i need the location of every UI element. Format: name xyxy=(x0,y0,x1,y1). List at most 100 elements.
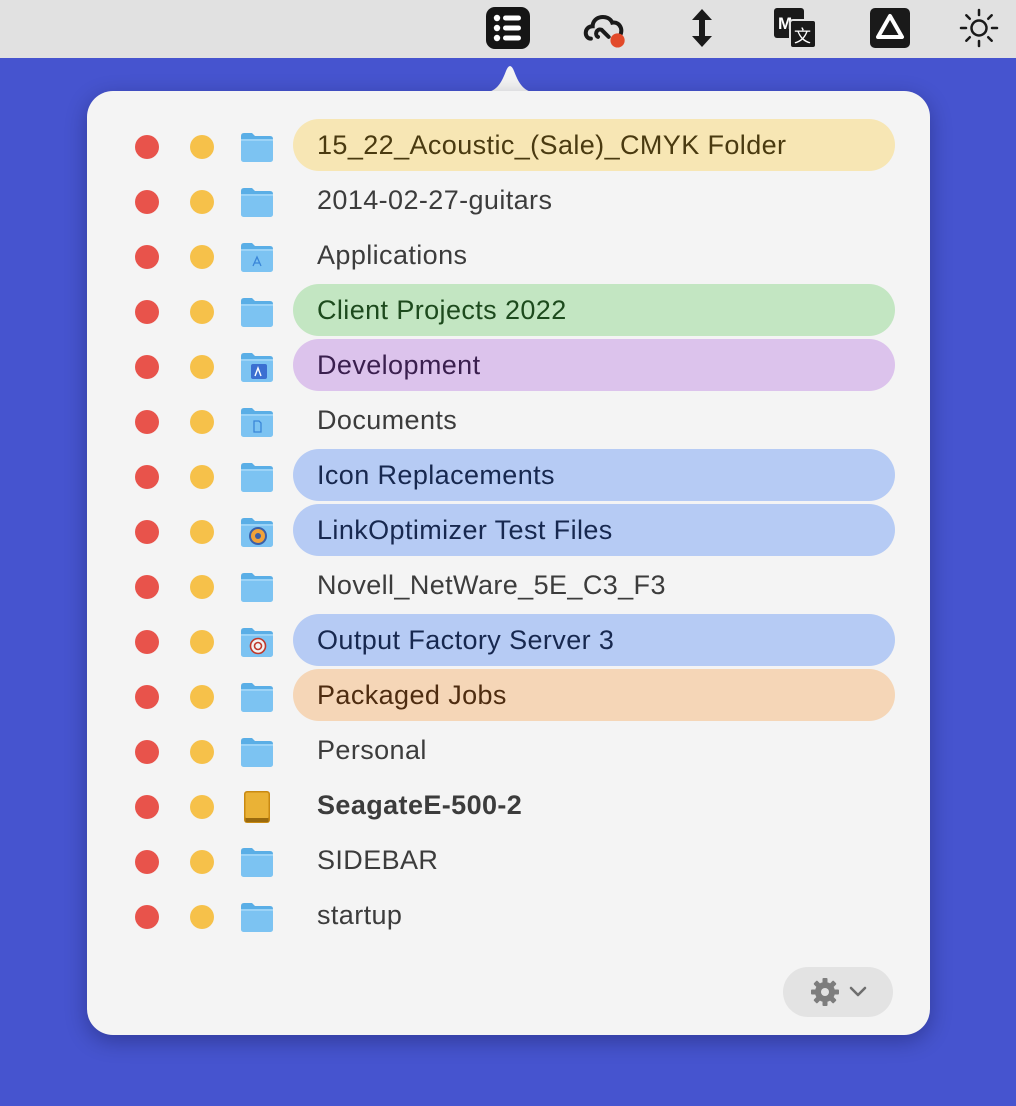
minimize-dot-icon[interactable] xyxy=(190,795,214,819)
minimize-dot-icon[interactable] xyxy=(190,465,214,489)
remove-dot-icon[interactable] xyxy=(135,520,159,544)
minimize-dot-icon[interactable] xyxy=(190,685,214,709)
minimize-dot-icon[interactable] xyxy=(190,630,214,654)
minimize-dot-icon[interactable] xyxy=(190,410,214,434)
google-drive-icon[interactable] xyxy=(866,5,914,51)
remove-dot-icon[interactable] xyxy=(135,740,159,764)
output-factory-folder-icon xyxy=(239,625,275,659)
list-item[interactable]: 15_22_Acoustic_(Sale)_CMYK Folder xyxy=(87,119,930,174)
minimize-dot-icon[interactable] xyxy=(190,300,214,324)
folder-icon xyxy=(239,295,275,329)
item-label-pill[interactable]: Output Factory Server 3 xyxy=(293,614,895,666)
item-label-pill[interactable]: SIDEBAR xyxy=(293,834,895,886)
svg-text:文: 文 xyxy=(794,27,811,47)
remove-dot-icon[interactable] xyxy=(135,245,159,269)
remove-dot-icon[interactable] xyxy=(135,135,159,159)
settings-menu-button[interactable] xyxy=(783,967,893,1017)
remove-dot-icon[interactable] xyxy=(135,850,159,874)
item-label: LinkOptimizer Test Files xyxy=(317,514,613,545)
item-label-pill[interactable]: startup xyxy=(293,889,895,941)
item-label: Applications xyxy=(317,239,468,270)
applications-folder-icon xyxy=(239,240,275,274)
item-label-pill[interactable]: LinkOptimizer Test Files xyxy=(293,504,895,556)
list-item[interactable]: Documents xyxy=(87,394,930,449)
item-label: Icon Replacements xyxy=(317,459,555,490)
folder-list: 15_22_Acoustic_(Sale)_CMYK Folder 2014-02… xyxy=(87,119,930,944)
list-item[interactable]: SIDEBAR xyxy=(87,834,930,889)
gear-icon xyxy=(811,978,839,1006)
folder-icon xyxy=(239,735,275,769)
remove-dot-icon[interactable] xyxy=(135,905,159,929)
remove-dot-icon[interactable] xyxy=(135,575,159,599)
minimize-dot-icon[interactable] xyxy=(190,245,214,269)
item-label-pill[interactable]: SeagateE-500-2 xyxy=(293,779,895,831)
item-label-pill[interactable]: Documents xyxy=(293,394,895,446)
list-item[interactable]: Novell_NetWare_5E_C3_F3 xyxy=(87,559,930,614)
folder-icon xyxy=(239,845,275,879)
list-item[interactable]: Personal xyxy=(87,724,930,779)
minimize-dot-icon[interactable] xyxy=(190,520,214,544)
item-label: Novell_NetWare_5E_C3_F3 xyxy=(317,569,666,600)
folder-icon xyxy=(239,185,275,219)
chevron-down-icon xyxy=(849,986,867,997)
item-label-pill[interactable]: Client Projects 2022 xyxy=(293,284,895,336)
remove-dot-icon[interactable] xyxy=(135,410,159,434)
popover-arrow xyxy=(480,66,540,93)
item-label-pill[interactable]: Packaged Jobs xyxy=(293,669,895,721)
minimize-dot-icon[interactable] xyxy=(190,355,214,379)
item-label: SIDEBAR xyxy=(317,844,439,875)
item-label-pill[interactable]: Applications xyxy=(293,229,895,281)
item-label: Output Factory Server 3 xyxy=(317,624,615,655)
item-label-pill[interactable]: 15_22_Acoustic_(Sale)_CMYK Folder xyxy=(293,119,895,171)
minimize-dot-icon[interactable] xyxy=(190,740,214,764)
remove-dot-icon[interactable] xyxy=(135,355,159,379)
minimize-dot-icon[interactable] xyxy=(190,905,214,929)
translate-icon[interactable]: M 文 xyxy=(771,5,819,51)
item-label: Client Projects 2022 xyxy=(317,294,567,325)
list-item[interactable]: Client Projects 2022 xyxy=(87,284,930,339)
external-drive-icon xyxy=(239,790,275,824)
list-item[interactable]: Output Factory Server 3 xyxy=(87,614,930,669)
item-label: Documents xyxy=(317,404,458,435)
list-item[interactable]: Icon Replacements xyxy=(87,449,930,504)
minimize-dot-icon[interactable] xyxy=(190,190,214,214)
menu-bar: M 文 xyxy=(0,0,1016,58)
documents-folder-icon xyxy=(239,405,275,439)
list-item[interactable]: SeagateE-500-2 xyxy=(87,779,930,834)
remove-dot-icon[interactable] xyxy=(135,465,159,489)
item-label-pill[interactable]: Personal xyxy=(293,724,895,776)
remove-dot-icon[interactable] xyxy=(135,300,159,324)
item-label-pill[interactable]: Icon Replacements xyxy=(293,449,895,501)
list-item[interactable]: Development xyxy=(87,339,930,394)
list-item[interactable]: startup xyxy=(87,889,930,944)
item-label: startup xyxy=(317,899,403,930)
list-item[interactable]: 2014-02-27-guitars xyxy=(87,174,930,229)
brightness-icon[interactable] xyxy=(955,5,1003,51)
item-label: Personal xyxy=(317,734,427,765)
folder-icon xyxy=(239,460,275,494)
item-label-pill[interactable]: Development xyxy=(293,339,895,391)
list-item[interactable]: Packaged Jobs xyxy=(87,669,930,724)
item-label-pill[interactable]: 2014-02-27-guitars xyxy=(293,174,895,226)
item-label-pill[interactable]: Novell_NetWare_5E_C3_F3 xyxy=(293,559,895,611)
vertical-arrows-icon[interactable] xyxy=(678,5,726,51)
folder-list-popover: 15_22_Acoustic_(Sale)_CMYK Folder 2014-02… xyxy=(87,91,930,1035)
list-item[interactable]: Applications xyxy=(87,229,930,284)
linkoptimizer-folder-icon xyxy=(239,515,275,549)
item-label: Development xyxy=(317,349,481,380)
remove-dot-icon[interactable] xyxy=(135,630,159,654)
minimize-dot-icon[interactable] xyxy=(190,135,214,159)
item-label: SeagateE-500-2 xyxy=(317,789,523,820)
remove-dot-icon[interactable] xyxy=(135,795,159,819)
folder-icon xyxy=(239,900,275,934)
folder-icon xyxy=(239,680,275,714)
minimize-dot-icon[interactable] xyxy=(190,575,214,599)
minimize-dot-icon[interactable] xyxy=(190,850,214,874)
list-app-icon[interactable] xyxy=(484,5,532,51)
development-folder-icon xyxy=(239,350,275,384)
remove-dot-icon[interactable] xyxy=(135,190,159,214)
remove-dot-icon[interactable] xyxy=(135,685,159,709)
list-item[interactable]: LinkOptimizer Test Files xyxy=(87,504,930,559)
folder-icon xyxy=(239,570,275,604)
creative-cloud-icon[interactable] xyxy=(582,5,630,51)
